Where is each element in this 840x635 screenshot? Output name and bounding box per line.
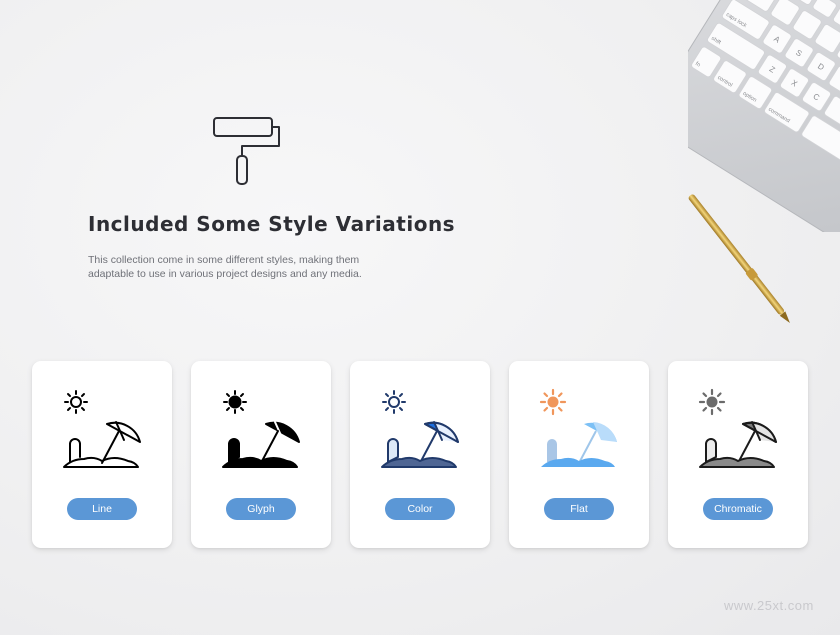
style-button-glyph[interactable]: Glyph — [226, 498, 296, 520]
beach-umbrella-glyph-icon — [222, 390, 300, 468]
paint-roller-icon — [213, 117, 280, 185]
style-card-chromatic: Chromatic — [668, 361, 808, 548]
style-card-flat: Flat — [509, 361, 649, 548]
style-card-line: Line — [32, 361, 172, 548]
watermark-text: www.25xt.com — [724, 598, 814, 613]
style-button-line[interactable]: Line — [67, 498, 137, 520]
beach-umbrella-color-icon — [381, 390, 459, 468]
beach-umbrella-flat-icon — [539, 388, 617, 467]
pen-image — [688, 194, 790, 324]
page-title: Included Some Style Variations — [88, 212, 456, 236]
style-card-glyph: Glyph — [191, 361, 331, 548]
style-button-chromatic[interactable]: Chromatic — [703, 498, 773, 520]
beach-umbrella-chromatic-icon — [698, 388, 777, 468]
beach-umbrella-line-icon — [63, 390, 141, 468]
page-description: This collection come in some different s… — [88, 254, 362, 280]
style-button-flat[interactable]: Flat — [544, 498, 614, 520]
style-card-color: Color — [350, 361, 490, 548]
style-button-color[interactable]: Color — [385, 498, 455, 520]
